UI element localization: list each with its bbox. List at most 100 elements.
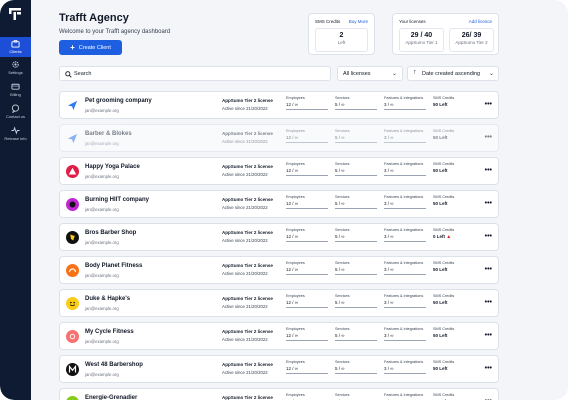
services-field[interactable]: Services5 / ∞ xyxy=(335,195,377,213)
client-name[interactable]: Body Planet Fitness xyxy=(85,263,142,269)
employees-field[interactable]: Employees12 / ∞ xyxy=(286,294,328,312)
services-field[interactable]: Services5 / ∞ xyxy=(335,327,377,345)
client-name[interactable]: My Cycle Fitness xyxy=(85,329,134,335)
services-label: Services xyxy=(335,294,350,298)
employees-field[interactable]: Employees12 / ∞ xyxy=(286,327,328,345)
employees-field[interactable]: Employees 12 / ∞ xyxy=(286,195,328,213)
services-label: Services xyxy=(335,327,350,331)
sidebar-item-clients[interactable]: Clients xyxy=(0,37,31,57)
client-name[interactable]: Energie-Grenadier xyxy=(85,395,137,400)
sidebar-item-billing[interactable]: Billing xyxy=(0,80,31,100)
features-field[interactable]: Features & integrations3 / ∞ xyxy=(384,228,426,246)
client-name[interactable]: Happy Yoga Palace xyxy=(85,164,140,170)
sidebar-item-release-info[interactable]: Release info xyxy=(0,124,31,144)
more-options-icon[interactable]: ••• xyxy=(485,365,492,372)
client-license-tier: AppSumo Tier 2 license xyxy=(222,263,273,268)
app-window: Clients Settings Billing Contact us Rele… xyxy=(0,0,568,400)
client-row[interactable]: Pet grooming company jan@example.org AppSu… xyxy=(59,91,499,119)
employees-label: Employees xyxy=(286,195,305,199)
client-name[interactable]: Pet grooming company xyxy=(85,98,152,104)
client-active-since: Active since 21/20/2022 xyxy=(222,172,268,177)
buy-more-link[interactable]: Buy More xyxy=(349,19,368,24)
client-row[interactable]: Burning HIIT company jan@example.org AppSu… xyxy=(59,190,499,218)
more-options-icon[interactable]: ••• xyxy=(485,332,492,339)
sms-value: 50 Left xyxy=(433,333,475,340)
licenses-card: Your licenses Add licence 29 / 40 AppSum… xyxy=(392,13,499,55)
more-options-icon[interactable]: ••• xyxy=(485,200,492,207)
services-field[interactable]: Services5 / ∞ xyxy=(335,96,377,114)
services-label: Services xyxy=(335,162,350,166)
employees-field[interactable]: Employees12 / ∞ xyxy=(286,261,328,279)
client-name[interactable]: Barber & Blokes xyxy=(85,131,132,137)
employees-field[interactable]: Employees12 / ∞ xyxy=(286,129,328,147)
sms-value-text: 50 Left xyxy=(433,300,448,305)
client-row[interactable]: Duke & Hapke's jan@example.org AppSumo Tie… xyxy=(59,289,499,317)
features-field[interactable]: Features & integrations3 / ∞ xyxy=(384,129,426,147)
client-name[interactable]: Burning HIIT company xyxy=(85,197,149,203)
employees-field[interactable]: Employees12 / ∞ xyxy=(286,96,328,114)
features-label: Features & integrations xyxy=(384,195,424,199)
features-field[interactable]: Features & integrations3 / ∞ xyxy=(384,393,426,400)
search-icon xyxy=(65,71,72,78)
services-field[interactable]: Services5 / ∞ xyxy=(335,228,377,246)
sms-label: SMS Credits xyxy=(433,393,455,397)
features-field[interactable]: Features & integrations3 / ∞ xyxy=(384,294,426,312)
more-options-icon[interactable]: ••• xyxy=(485,299,492,306)
services-label: Services xyxy=(335,129,350,133)
client-name[interactable]: West 48 Barbershop xyxy=(85,362,143,368)
features-field[interactable]: Features & integrations3 / ∞ xyxy=(384,360,426,378)
client-row[interactable]: Energie-Grenadierjan@example.orgAppSumo … xyxy=(59,388,499,400)
features-field[interactable]: Features & integrations3 / ∞ xyxy=(384,96,426,114)
client-active-since: Active since 21/20/2022 xyxy=(222,205,268,210)
more-options-icon[interactable]: ••• xyxy=(485,167,492,174)
features-value: 3 / ∞ xyxy=(384,168,426,176)
features-field[interactable]: Features & integrations 3 / ∞ xyxy=(384,195,426,213)
services-field[interactable]: Services5 / ∞ xyxy=(335,294,377,312)
client-row[interactable]: Body Planet Fitness jan@example.org AppSum… xyxy=(59,256,499,284)
client-name[interactable]: Duke & Hapke's xyxy=(85,296,130,302)
license-filter-select[interactable]: All licenses ⌄ xyxy=(337,66,403,81)
more-options-icon[interactable]: ••• xyxy=(485,101,492,108)
employees-field[interactable]: Employees12 / ∞ xyxy=(286,162,328,180)
services-field[interactable]: Services5 / ∞ xyxy=(335,360,377,378)
client-row[interactable]: Happy Yoga Palace jan@example.org AppSumo … xyxy=(59,157,499,185)
services-label: Services xyxy=(335,360,350,364)
services-field[interactable]: Services5 / ∞ xyxy=(335,162,377,180)
search-box xyxy=(59,66,331,81)
more-options-icon[interactable]: ••• xyxy=(485,134,492,141)
more-options-icon[interactable]: ••• xyxy=(485,266,492,273)
employees-field[interactable]: Employees12 / ∞ xyxy=(286,228,328,246)
client-license-tier: AppSumo Tier 2 license xyxy=(222,230,273,235)
services-field[interactable]: Services5 / ∞ xyxy=(335,393,377,400)
add-licence-link[interactable]: Add licence xyxy=(469,19,492,24)
license-tier: AppSumo Tier 2 xyxy=(455,40,488,45)
services-field[interactable]: Services5 / ∞ xyxy=(335,261,377,279)
smiley-logo-icon xyxy=(66,297,79,310)
sort-value: Date created ascending xyxy=(422,71,481,77)
employees-value: 12 / ∞ xyxy=(286,201,328,209)
client-name[interactable]: Bros Barber Shop xyxy=(85,230,136,236)
features-value: 3 / ∞ xyxy=(384,201,426,209)
sms-value: 0 Left ▲ xyxy=(433,234,475,242)
create-client-button[interactable]: + Create Client xyxy=(59,40,122,55)
sidebar-item-contact[interactable]: Contact us xyxy=(0,102,31,122)
more-options-icon[interactable]: ••• xyxy=(485,233,492,240)
sidebar-item-settings[interactable]: Settings xyxy=(0,58,31,78)
features-label: Features & integrations xyxy=(384,327,424,331)
features-field[interactable]: Features & integrations3 / ∞ xyxy=(384,327,426,345)
search-input[interactable] xyxy=(74,69,324,79)
features-label: Features & integrations xyxy=(384,294,424,298)
client-row[interactable]: West 48 Barbershop jan@example.org AppSumo… xyxy=(59,355,499,383)
client-row[interactable]: Barber & Blokes jan@example.org AppSumo Ti… xyxy=(59,124,499,152)
employees-field[interactable]: Employees12 / ∞ xyxy=(286,393,328,400)
employees-field[interactable]: Employees12 / ∞ xyxy=(286,360,328,378)
main-content: Trafft Agency Welcome to your Trafft age… xyxy=(31,0,568,400)
services-field[interactable]: Services5 / ∞ xyxy=(335,129,377,147)
client-row[interactable]: Bros Barber Shop jan@example.org AppSumo T… xyxy=(59,223,499,251)
m-logo-icon xyxy=(66,363,79,376)
features-field[interactable]: Features & integrations3 / ∞ xyxy=(384,162,426,180)
employees-value: 12 / ∞ xyxy=(286,234,328,242)
features-field[interactable]: Features & integrations3 / ∞ xyxy=(384,261,426,279)
sort-select[interactable]: ↑ Date created ascending ⌄ xyxy=(407,66,499,81)
client-row[interactable]: My Cycle Fitness jan@example.org AppSumo T… xyxy=(59,322,499,350)
